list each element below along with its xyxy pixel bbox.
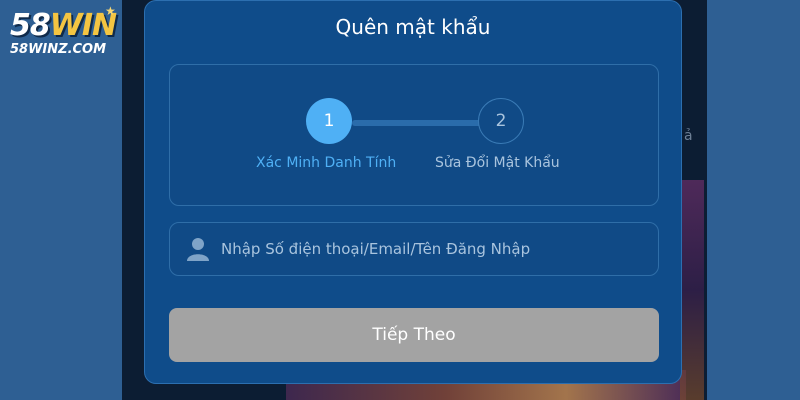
logo-number: 58 [10,8,51,43]
next-button[interactable]: Tiếp Theo [169,308,659,362]
step-indicator: 1 2 Xác Minh Danh Tính Sửa Đổi Mật Khẩu [169,64,659,206]
step-2-label: Sửa Đổi Mật Khẩu [435,155,560,171]
forgot-password-modal: Quên mật khẩu 1 2 Xác Minh Danh Tính Sửa… [144,0,682,384]
step-2-number: 2 [495,111,507,131]
user-icon [187,237,209,261]
account-input[interactable] [219,239,658,259]
background-side-art [680,180,704,400]
step-1-number: 1 [323,111,335,131]
star-icon: ★ [105,4,116,18]
brand-logo: ★ 58WIN 58WINZ.COM [10,4,128,62]
step-2-circle: 2 [478,98,524,144]
account-input-wrapper[interactable] [169,222,659,276]
step-1-label: Xác Minh Danh Tính [256,155,397,171]
modal-title: Quên mật khẩu [335,15,491,39]
background-text-fragment: ả [684,128,693,144]
step-1-circle: 1 [306,98,352,144]
logo-domain: 58WINZ.COM [10,42,107,57]
